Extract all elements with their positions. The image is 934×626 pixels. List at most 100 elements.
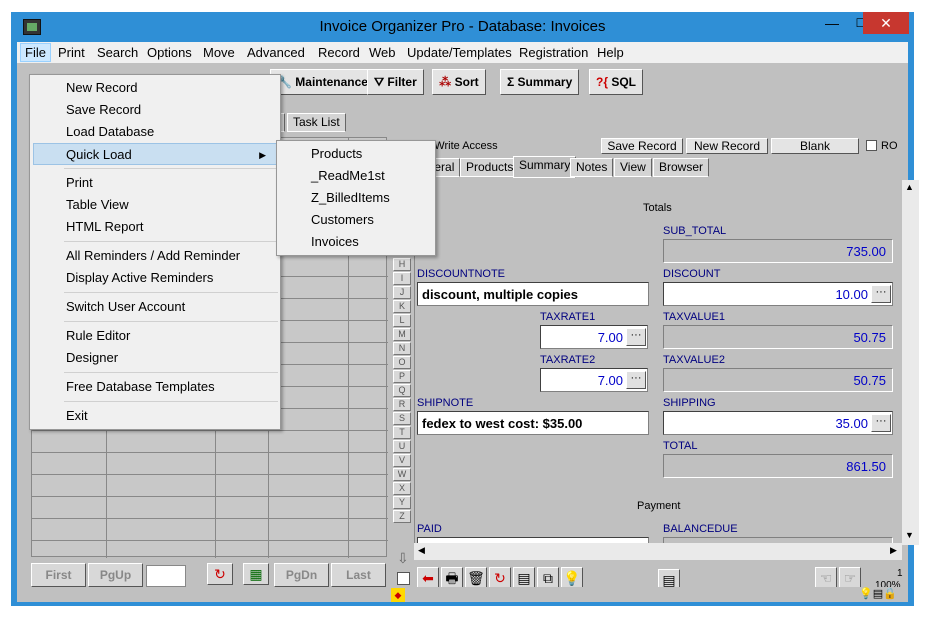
- alpha-v[interactable]: V: [393, 454, 411, 467]
- file-menu-all-reminders[interactable]: All Reminders / Add Reminder: [30, 245, 280, 267]
- alpha-o[interactable]: O: [393, 356, 411, 369]
- file-menu-switch-user[interactable]: Switch User Account: [30, 296, 280, 318]
- alpha-m[interactable]: M: [393, 328, 411, 341]
- tab-view[interactable]: View: [614, 158, 652, 177]
- last-button[interactable]: Last: [331, 563, 386, 587]
- first-button[interactable]: First: [31, 563, 86, 587]
- shipping-field[interactable]: 35.00 ···: [663, 411, 893, 435]
- close-button[interactable]: ✕: [863, 12, 909, 34]
- file-menu-new-record[interactable]: New Record: [30, 77, 280, 99]
- alpha-p[interactable]: P: [393, 370, 411, 383]
- pgdn-button[interactable]: PgDn: [274, 563, 329, 587]
- scroll-up-icon[interactable]: ▲: [905, 182, 914, 192]
- quick-load-billeditems[interactable]: Z_BilledItems: [277, 187, 435, 209]
- tab-task-list[interactable]: Task List: [287, 113, 346, 132]
- alpha-k[interactable]: K: [393, 300, 411, 313]
- alpha-z[interactable]: Z: [393, 510, 411, 523]
- quick-load-customers[interactable]: Customers: [277, 209, 435, 231]
- tab-browser[interactable]: Browser: [653, 158, 710, 177]
- copy-icon[interactable]: ⧉: [537, 567, 559, 589]
- filter-button[interactable]: ⛛ Filter: [367, 69, 424, 95]
- taxrate2-field[interactable]: 7.00 ···: [540, 368, 648, 392]
- alpha-r[interactable]: R: [393, 398, 411, 411]
- back-arrow-icon[interactable]: ⬅: [417, 567, 439, 589]
- bulb-icon[interactable]: 💡: [561, 567, 583, 589]
- quick-load-readme[interactable]: _ReadMe1st: [277, 165, 435, 187]
- quick-load-products[interactable]: Products: [277, 143, 435, 165]
- menu-help[interactable]: Help: [593, 44, 628, 61]
- pgup-button[interactable]: PgUp: [88, 563, 143, 587]
- vertical-scrollbar[interactable]: ▲ ▼: [902, 180, 919, 545]
- taxrate1-field[interactable]: 7.00 ···: [540, 325, 648, 349]
- menu-options[interactable]: Options: [143, 44, 196, 61]
- taxvalue2-field: 50.75: [663, 368, 893, 392]
- bottom-checkbox[interactable]: [397, 572, 410, 585]
- quick-load-invoices[interactable]: Invoices: [277, 231, 435, 253]
- file-menu-load-database[interactable]: Load Database: [30, 121, 280, 143]
- alpha-s[interactable]: S: [393, 412, 411, 425]
- file-menu-active-reminders[interactable]: Display Active Reminders: [30, 267, 280, 289]
- file-menu-print[interactable]: Print: [30, 172, 280, 194]
- save-record-button[interactable]: Save Record: [601, 138, 683, 154]
- shipnote-field[interactable]: fedex to west cost: $35.00: [417, 411, 649, 435]
- scroll-down-icon[interactable]: ▼: [905, 530, 914, 540]
- tab-notes[interactable]: Notes: [570, 158, 614, 177]
- file-menu-quick-load[interactable]: Quick Load ▶: [33, 143, 277, 165]
- tab-products[interactable]: Products: [460, 158, 520, 177]
- summary-button[interactable]: Σ Summary: [500, 69, 580, 95]
- alpha-u[interactable]: U: [393, 440, 411, 453]
- alpha-n[interactable]: N: [393, 342, 411, 355]
- next-icon[interactable]: ☞: [839, 567, 861, 589]
- undo-icon[interactable]: ↻: [489, 567, 511, 589]
- sql-button[interactable]: ?{ SQL: [589, 69, 644, 95]
- alpha-j[interactable]: J: [393, 286, 411, 299]
- maintenance-button[interactable]: 🔧 Maintenance: [270, 69, 375, 95]
- tab-summary[interactable]: Summary: [513, 156, 577, 178]
- alpha-w[interactable]: W: [393, 468, 411, 481]
- scroll-right-icon[interactable]: ▶: [890, 545, 897, 556]
- menu-file[interactable]: File: [20, 43, 51, 62]
- menu-print[interactable]: Print: [54, 44, 89, 61]
- print-icon[interactable]: 🖶: [441, 567, 463, 589]
- new-record-button[interactable]: New Record: [686, 138, 768, 154]
- prev-icon[interactable]: ☜: [815, 567, 837, 589]
- menu-record[interactable]: Record: [314, 44, 364, 61]
- blank-button[interactable]: Blank: [771, 138, 859, 154]
- alpha-q[interactable]: Q: [393, 384, 411, 397]
- taxrate1-more-button[interactable]: ···: [626, 328, 646, 346]
- file-menu-save-record[interactable]: Save Record: [30, 99, 280, 121]
- alpha-i[interactable]: I: [393, 272, 411, 285]
- color-grid-icon[interactable]: ▦: [243, 563, 269, 585]
- file-menu-designer[interactable]: Designer: [30, 347, 280, 369]
- alpha-t[interactable]: T: [393, 426, 411, 439]
- file-menu-rule-editor[interactable]: Rule Editor: [30, 325, 280, 347]
- refresh-icon[interactable]: ↻: [207, 563, 233, 585]
- scroll-left-icon[interactable]: ◀: [418, 545, 425, 556]
- alpha-x[interactable]: X: [393, 482, 411, 495]
- menu-registration[interactable]: Registration: [515, 44, 592, 61]
- taxrate2-more-button[interactable]: ···: [626, 371, 646, 389]
- ro-checkbox[interactable]: [866, 140, 877, 151]
- menu-web[interactable]: Web: [365, 44, 400, 61]
- menu-move[interactable]: Move: [199, 44, 239, 61]
- menu-advanced[interactable]: Advanced: [243, 44, 309, 61]
- file-menu-table-view[interactable]: Table View: [30, 194, 280, 216]
- alpha-y[interactable]: Y: [393, 496, 411, 509]
- doc-icon[interactable]: ▤: [513, 567, 535, 589]
- file-menu-free-templates[interactable]: Free Database Templates: [30, 376, 280, 398]
- menu-search[interactable]: Search: [93, 44, 142, 61]
- splitter-icon[interactable]: ◆: [391, 588, 405, 602]
- discountnote-field[interactable]: discount, multiple copies: [417, 282, 649, 306]
- file-menu-exit[interactable]: Exit: [30, 405, 280, 427]
- trash-icon[interactable]: 🗑: [465, 567, 487, 589]
- horizontal-scrollbar[interactable]: ◀ ▶: [414, 543, 902, 560]
- discount-field[interactable]: 10.00 ···: [663, 282, 893, 306]
- alpha-l[interactable]: L: [393, 314, 411, 327]
- menu-update-templates[interactable]: Update/Templates: [403, 44, 516, 61]
- sort-button[interactable]: ⁂ Sort: [432, 69, 486, 95]
- discount-more-button[interactable]: ···: [871, 285, 891, 303]
- shipping-more-button[interactable]: ···: [871, 414, 891, 432]
- file-menu-html-report[interactable]: HTML Report: [30, 216, 280, 238]
- alpha-h[interactable]: H: [393, 258, 411, 271]
- record-number-input[interactable]: [146, 565, 186, 587]
